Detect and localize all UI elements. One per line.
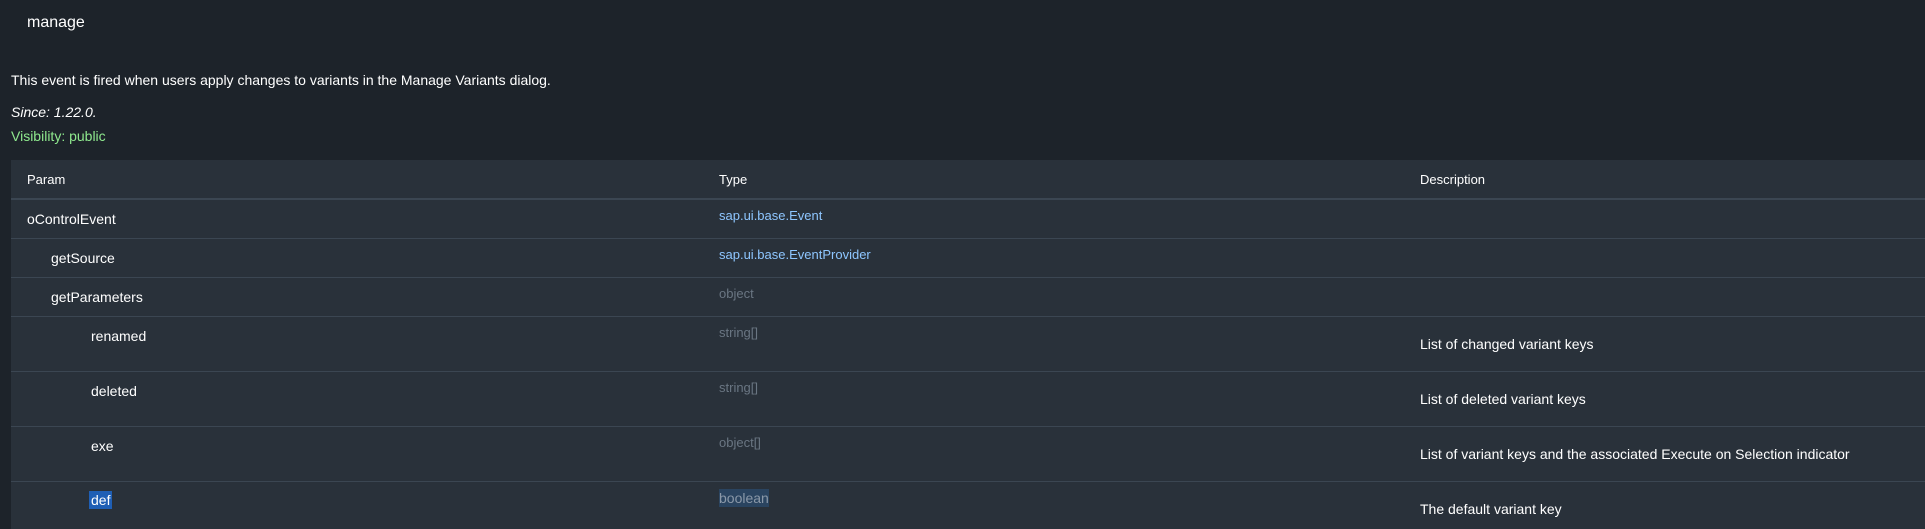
visibility-label: Visibility: public (11, 128, 106, 144)
param-name: getParameters (51, 289, 143, 305)
type-text: boolean (719, 489, 769, 507)
selected-param-text: def (89, 491, 113, 509)
table-row: oControlEvent sap.ui.base.Event (11, 199, 1925, 238)
header-type: Type (719, 172, 748, 187)
type-text: object[] (719, 435, 761, 450)
table-row: getParameters object (11, 277, 1925, 316)
type-text: object (719, 286, 754, 301)
type-text: string[] (719, 380, 759, 395)
type-text: string[] (719, 325, 759, 340)
param-name: renamed (91, 328, 147, 344)
param-name: exe (91, 438, 114, 454)
type-link[interactable]: sap.ui.base.EventProvider (719, 247, 871, 262)
param-name: def (89, 491, 113, 509)
selected-type-text: boolean (719, 489, 769, 507)
since-version: Since: 1.22.0. (11, 104, 97, 120)
event-header: manage (0, 0, 1925, 48)
param-description: List of variant keys and the associated … (1420, 446, 1850, 462)
param-description: The default variant key (1420, 501, 1562, 517)
param-description: List of changed variant keys (1420, 336, 1594, 352)
parameters-table: Param Type Description oControlEvent sap… (11, 160, 1925, 529)
table-row: def boolean The default variant key (11, 481, 1925, 529)
header-description: Description (1420, 172, 1486, 187)
param-name: oControlEvent (27, 211, 116, 227)
table-row: getSource sap.ui.base.EventProvider (11, 238, 1925, 277)
header-param: Param (27, 172, 66, 187)
event-title: manage (27, 14, 85, 31)
param-name: deleted (91, 383, 137, 399)
param-description: List of deleted variant keys (1420, 391, 1586, 407)
param-name: getSource (51, 250, 115, 266)
table-row: exe object[] List of variant keys and th… (11, 426, 1925, 481)
table-header-row: Param Type Description (11, 160, 1925, 199)
type-link[interactable]: sap.ui.base.Event (719, 208, 822, 223)
table-row: renamed string[] List of changed variant… (11, 316, 1925, 371)
table-row: deleted string[] List of deleted variant… (11, 371, 1925, 426)
event-description: This event is fired when users apply cha… (11, 72, 551, 88)
